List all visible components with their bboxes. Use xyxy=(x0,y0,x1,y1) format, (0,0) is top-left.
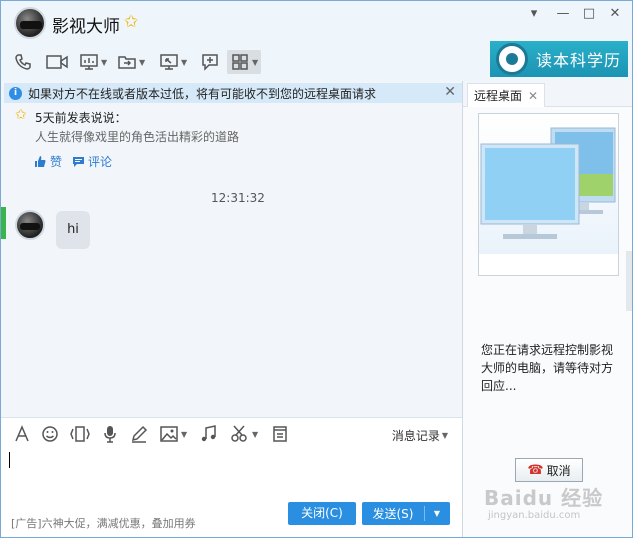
star-icon: ✩ xyxy=(124,12,139,32)
screen-shake-icon[interactable] xyxy=(69,424,91,444)
chevron-down-icon: ▼ xyxy=(441,431,448,440)
info-icon: i xyxy=(9,86,22,100)
remote-desktop-panel: 远程桌面 ✕ 您正在请求远程控制影视大师的电脑，请等待对方回应... ☎ 取消 xyxy=(463,81,632,537)
online-indicator xyxy=(1,207,6,239)
send-options-chevron-icon[interactable]: ▼ xyxy=(425,509,449,518)
send-button[interactable]: 发送(S) ▼ xyxy=(362,502,450,525)
remote-desktop-icon[interactable]: ▼ xyxy=(159,50,187,74)
notice-close-icon[interactable]: ✕ xyxy=(444,84,456,100)
notice-bar: i 如果对方不在线或者版本过低，将有可能收不到您的远程桌面请求 ✕ xyxy=(4,83,462,103)
microphone-icon[interactable] xyxy=(101,424,119,444)
message-timestamp: 12:31:32 xyxy=(211,191,265,205)
brand-logo-icon xyxy=(496,43,528,75)
maximize-button[interactable]: □ xyxy=(579,5,599,23)
comment-button[interactable]: 评论 xyxy=(72,153,112,170)
document-icon[interactable] xyxy=(271,424,289,444)
remote-status-text: 您正在请求远程控制影视大师的电脑，请等待对方回应... xyxy=(481,343,614,393)
font-icon[interactable] xyxy=(13,424,31,444)
apps-icon[interactable]: ▼ xyxy=(227,50,262,74)
tab-label: 远程桌面 xyxy=(474,89,523,103)
phone-icon[interactable] xyxy=(13,50,33,74)
like-button[interactable]: 赞 xyxy=(34,153,62,170)
watermark: Baidu 经验 xyxy=(484,486,604,510)
music-icon[interactable] xyxy=(200,424,218,444)
title-bar: 影视大师 ✩ ▾ — □ ✕ xyxy=(1,1,632,45)
contact-avatar[interactable] xyxy=(14,7,46,39)
tab-remote-desktop[interactable]: 远程桌面 ✕ xyxy=(467,83,546,107)
chat-window: 影视大师 ✩ ▾ — □ ✕ ▼ ▼ ▼ ▼ 读本科学历 i 如果对方不在线或者… xyxy=(0,0,633,538)
watermark-sub: jingyan.baidu.com xyxy=(488,510,581,521)
video-icon[interactable] xyxy=(45,50,69,74)
emoji-icon[interactable] xyxy=(41,424,59,444)
menu-button[interactable]: ▾ xyxy=(524,5,544,23)
remote-desktop-illustration xyxy=(478,113,619,276)
message-input[interactable] xyxy=(9,452,10,468)
scissors-icon[interactable]: ▼ xyxy=(230,424,258,444)
input-toolbar: ▼ ▼ 消息记录 ▼ xyxy=(1,418,462,450)
feed-star-icon: ✩ xyxy=(15,107,27,123)
monitors-icon xyxy=(480,127,616,239)
close-chat-button[interactable]: 关闭(C) xyxy=(288,502,356,525)
message-history-button[interactable]: 消息记录 ▼ xyxy=(392,427,448,444)
input-area: ▼ ▼ 消息记录 ▼ [广告]六神大促，满减优惠，叠加用券 关闭(C) 发送(S… xyxy=(1,417,462,537)
cancel-label: 取消 xyxy=(546,463,571,478)
send-label[interactable]: 发送(S) xyxy=(362,505,424,522)
ad-text[interactable]: [广告]六神大促，满减优惠，叠加用券 xyxy=(11,515,196,531)
feed-body: 人生就得像戏里的角色活出精彩的道路 xyxy=(35,130,240,144)
cancel-button[interactable]: ☎ 取消 xyxy=(515,458,583,482)
right-tabbar: 远程桌面 ✕ xyxy=(463,81,632,107)
image-icon[interactable]: ▼ xyxy=(159,424,187,444)
screen-share-icon[interactable]: ▼ xyxy=(79,50,107,74)
minimize-button[interactable]: — xyxy=(553,5,573,23)
message-bubble: hi xyxy=(56,211,90,249)
message-avatar[interactable] xyxy=(15,210,45,240)
pen-icon[interactable] xyxy=(130,424,148,444)
thumbs-up-icon xyxy=(35,156,46,167)
comment-label: 评论 xyxy=(88,155,113,169)
new-chat-icon[interactable] xyxy=(200,50,220,74)
comment-icon xyxy=(73,157,84,167)
panel-scrollbar[interactable] xyxy=(626,251,632,311)
file-transfer-icon[interactable]: ▼ xyxy=(117,50,145,74)
tab-close-icon[interactable]: ✕ xyxy=(528,89,538,103)
brand-banner[interactable]: 读本科学历 xyxy=(490,41,628,77)
hang-up-icon: ☎ xyxy=(527,462,544,478)
notice-text: 如果对方不在线或者版本过低，将有可能收不到您的远程桌面请求 xyxy=(28,86,377,101)
contact-name[interactable]: 影视大师 xyxy=(52,12,120,37)
chat-history: i 如果对方不在线或者版本过低，将有可能收不到您的远程桌面请求 ✕ ✩ 5天前发… xyxy=(1,81,462,417)
close-button[interactable]: ✕ xyxy=(605,5,625,23)
brand-text: 读本科学历 xyxy=(536,51,622,70)
feed-title: 5天前发表说说： xyxy=(35,111,127,125)
history-label: 消息记录 xyxy=(391,429,440,443)
like-label: 赞 xyxy=(50,155,63,169)
